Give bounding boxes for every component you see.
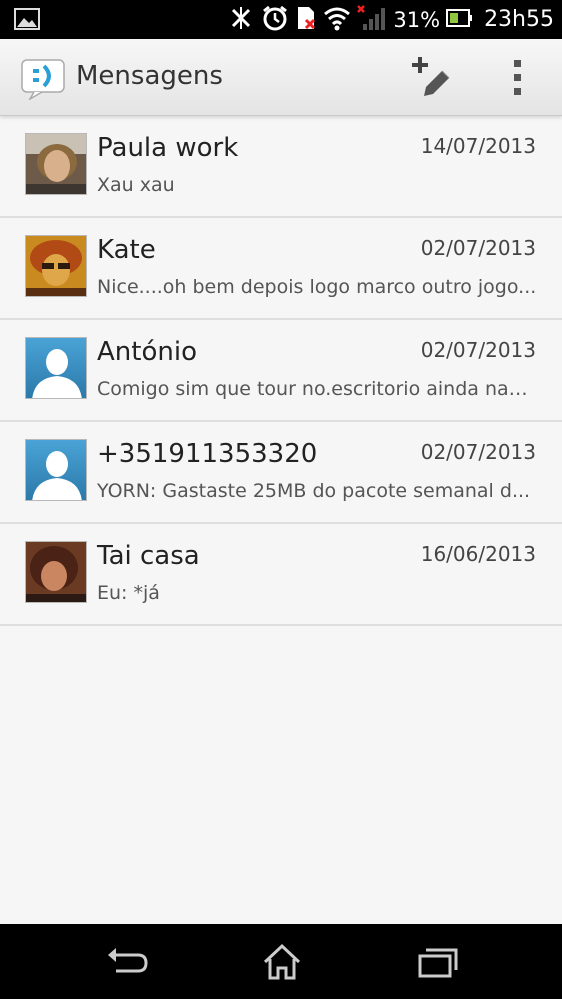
recent-apps-icon	[412, 948, 462, 986]
home-icon	[257, 943, 307, 986]
avatar	[25, 235, 87, 297]
message-snippet: Eu: *já	[97, 582, 160, 604]
new-message-icon	[406, 57, 454, 105]
message-date: 02/07/2013	[420, 440, 536, 464]
conversation-row[interactable]: +351911353320 02/07/2013 YORN: Gastaste …	[0, 422, 562, 524]
contact-name: Kate	[97, 235, 156, 265]
recent-apps-button[interactable]	[412, 942, 462, 982]
page-title: Mensagens	[76, 61, 223, 91]
home-button[interactable]	[257, 942, 307, 982]
navigation-bar	[0, 924, 562, 999]
back-button[interactable]	[102, 942, 152, 982]
nfc-off-icon	[227, 4, 255, 36]
gallery-notification-icon	[14, 8, 40, 34]
status-bar: 31% 23h55	[0, 0, 562, 39]
message-date: 16/06/2013	[420, 542, 536, 566]
conversation-row[interactable]: Kate 02/07/2013 Nice....oh bem depois lo…	[0, 218, 562, 320]
message-date: 02/07/2013	[420, 338, 536, 362]
overflow-menu-button[interactable]	[500, 55, 536, 99]
wifi-icon	[323, 5, 351, 35]
signal-no-service-icon	[357, 4, 387, 36]
message-snippet: Nice....oh bem depois logo marco outro j…	[97, 276, 537, 298]
message-snippet: YORN: Gastaste 25MB do pacote semanal d.…	[97, 480, 531, 502]
default-contact-avatar	[25, 337, 87, 399]
contact-name: Tai casa	[97, 541, 200, 571]
status-icons: 31% 23h55	[227, 0, 554, 39]
overflow-menu-icon	[500, 60, 536, 103]
conversation-row[interactable]: Tai casa 16/06/2013 Eu: *já	[0, 524, 562, 626]
contact-name: Paula work	[97, 133, 239, 163]
message-date: 14/07/2013	[420, 134, 536, 158]
message-snippet: Xau xau	[97, 174, 175, 196]
conversation-row[interactable]: Paula work 14/07/2013 Xau xau	[0, 116, 562, 218]
avatar	[25, 541, 87, 603]
clock: 23h55	[484, 7, 554, 32]
alarm-icon	[261, 4, 289, 36]
message-date: 02/07/2013	[420, 236, 536, 260]
battery-icon	[446, 8, 473, 32]
avatar	[25, 133, 87, 195]
battery-percent: 31%	[393, 7, 441, 32]
contact-name: António	[97, 337, 197, 367]
default-contact-avatar	[25, 439, 87, 501]
message-snippet: Comigo sim que tour no.escritorio ainda …	[97, 378, 537, 400]
sd-card-error-icon	[295, 4, 317, 36]
messaging-app-icon	[20, 58, 68, 104]
action-bar: Mensagens	[0, 39, 562, 116]
conversation-list: Paula work 14/07/2013 Xau xau Kate 02/07…	[0, 116, 562, 626]
contact-name: +351911353320	[97, 439, 318, 469]
new-message-button[interactable]	[406, 53, 454, 101]
back-icon	[102, 948, 152, 986]
conversation-row[interactable]: António 02/07/2013 Comigo sim que tour n…	[0, 320, 562, 422]
